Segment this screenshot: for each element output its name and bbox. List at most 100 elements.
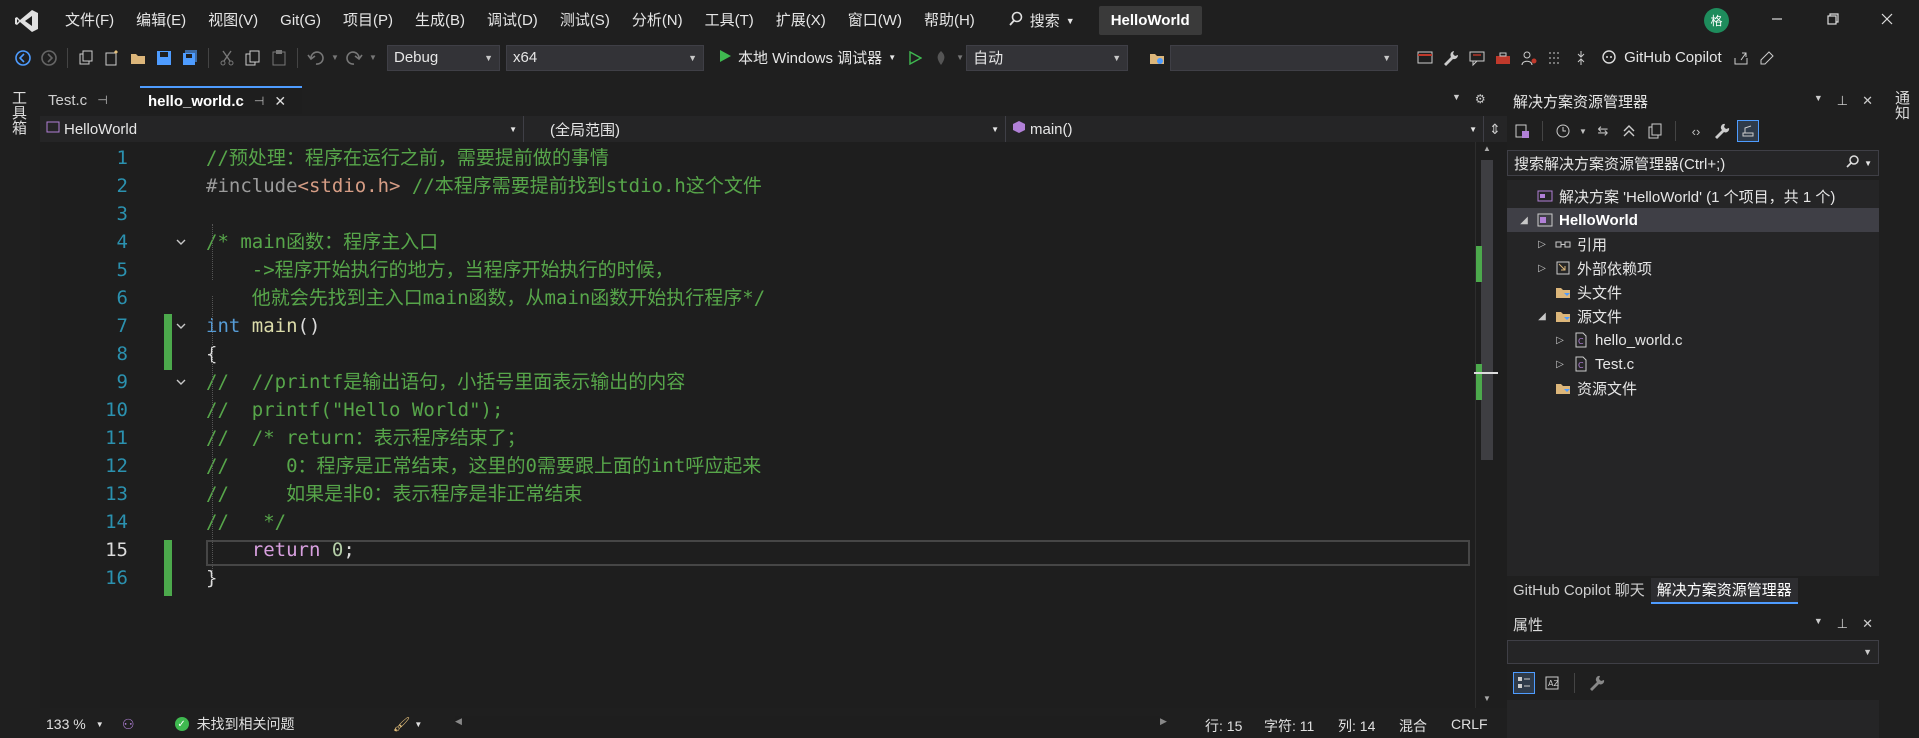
tree-item[interactable]: ▷ Chello_world.c [1507,328,1879,352]
restore-button[interactable] [1808,0,1858,41]
fold-toggle-icon[interactable] [173,312,189,342]
code-line[interactable]: 11 // /* return：表示程序结束了； [40,424,1480,452]
fold-toggle-icon[interactable] [173,228,189,258]
save-icon[interactable] [151,45,177,71]
tab-github-copilot-chat[interactable]: GitHub Copilot 聊天 [1507,578,1651,604]
pin-icon[interactable]: ⊥ [1837,616,1848,632]
code-editor[interactable]: 1 //预处理：程序在运行之前，需要提前做的事情 2 #include<stdio.h… [40,142,1507,708]
code-line[interactable]: 10 // printf("Hello World"); [40,396,1480,424]
fold-toggle-icon[interactable] [173,368,189,398]
collapsed-arrow-icon[interactable]: ▷ [1553,335,1567,346]
menu-item[interactable]: 编辑(E) [125,0,197,41]
code-line[interactable]: 13 // 如果是非0：表示程序是非正常结束 [40,480,1480,508]
window-options-icon[interactable]: ▼ [1814,616,1823,632]
solution-name-badge[interactable]: HelloWorld [1098,6,1202,35]
chevron-down-icon[interactable]: ▼ [414,720,422,729]
start-without-debugging-icon[interactable] [902,45,928,71]
menu-item[interactable]: 项目(P) [332,0,404,41]
menu-item[interactable]: 生成(B) [404,0,476,41]
menu-item[interactable]: 帮助(H) [913,0,986,41]
browser-link-icon[interactable] [1412,45,1438,71]
tree-item[interactable]: 解决方案 'HelloWorld' (1 个项目，共 1 个) [1507,184,1879,208]
open-file-icon[interactable] [125,45,151,71]
close-icon[interactable]: ✕ [1862,616,1873,632]
collapsed-arrow-icon[interactable]: ▷ [1553,359,1567,370]
scope-dropdown[interactable]: (全局范围) ▼ [524,116,1006,142]
navigate-back-icon[interactable] [10,45,36,71]
pending-changes-icon[interactable] [1552,120,1574,142]
add-item-icon[interactable] [99,45,125,71]
property-pages-wrench-icon[interactable] [1586,672,1608,694]
scroll-up-arrow[interactable]: ▲ [1483,144,1491,153]
tree-item[interactable]: ▷ 引用 [1507,232,1879,256]
chevron-down-icon[interactable]: ▼ [954,45,966,71]
start-debugging-button[interactable]: 本地 Windows 调试器 ▼ [712,47,902,68]
code-line[interactable]: 5 ->程序开始执行的地方，当程序开始执行的时候， [40,256,1480,284]
sync-active-document-icon[interactable]: ⇆ [1592,120,1614,142]
code-line[interactable]: 6 他就会先找到主入口main函数，从main函数开始执行程序*/ [40,284,1480,312]
close-window-button[interactable] [1862,0,1912,41]
code-line[interactable]: 3 [40,200,1480,228]
code-line[interactable]: 12 // 0：程序是正常结束，这里的0需要跟上面的int呼应起来 [40,452,1480,480]
code-line[interactable]: 9 // //printf是输出语句，小括号里面表示输出的内容 [40,368,1480,396]
redo-icon[interactable] [341,45,367,71]
properties-object-dropdown[interactable]: ▼ [1507,640,1879,664]
menu-item[interactable]: 分析(N) [621,0,694,41]
paste-icon[interactable] [266,45,292,71]
alphabetical-icon[interactable]: AZ [1541,672,1563,694]
debug-target-dropdown[interactable]: 自动 ▼ [966,44,1129,71]
copilot-status-icon[interactable]: ⚇ [122,716,135,733]
menu-item[interactable]: 文件(F) [54,0,125,41]
tab-solution-explorer[interactable]: 解决方案资源管理器 [1650,578,1798,604]
startup-item-icon[interactable] [1144,45,1170,71]
indentation-status[interactable]: 混合 [1399,716,1427,736]
issues-indicator[interactable]: ✓ 未找到相关问题 [174,714,295,734]
comment-icon[interactable] [1464,45,1490,71]
close-icon[interactable]: ✕ [1862,93,1873,109]
menu-item[interactable]: 窗口(W) [837,0,913,41]
tree-item[interactable]: ▷ 外部依赖项 [1507,256,1879,280]
switch-views-icon[interactable] [1511,120,1533,142]
project-dropdown[interactable]: HelloWorld ▼ [40,116,524,142]
line-ending-status[interactable]: CRLF [1451,716,1488,732]
collapse-all-icon[interactable] [1618,120,1640,142]
github-copilot-button[interactable]: GitHub Copilot [1594,47,1728,69]
visual-studio-logo-icon[interactable] [0,0,54,41]
categorized-icon[interactable] [1513,672,1535,694]
code-line[interactable]: 2 #include<stdio.h> //本程序需要提前找到stdio.h这个文… [40,172,1480,200]
chevron-down-icon[interactable]: ▼ [1864,159,1872,168]
chevron-down-icon[interactable]: ▼ [1578,120,1588,142]
hot-reload-icon[interactable] [928,45,954,71]
tree-item[interactable]: 资源文件 [1507,376,1879,400]
scroll-right-arrow[interactable]: ▶ [1160,716,1167,727]
collapsed-arrow-icon[interactable]: ▷ [1535,263,1549,274]
new-project-icon[interactable] [73,45,99,71]
feedback-icon[interactable] [1754,45,1780,71]
menu-item[interactable]: 调试(D) [476,0,549,41]
indent-icon[interactable] [1542,45,1568,71]
close-tab-icon[interactable]: ✕ [274,93,286,110]
code-cleanup-icon[interactable]: 🖌 [393,716,411,733]
tree-item[interactable]: ◢ HelloWorld [1507,208,1879,232]
scrollbar-thumb[interactable] [1481,160,1493,460]
navigate-forward-icon[interactable] [36,45,62,71]
menu-item[interactable]: Git(G) [269,0,332,41]
code-line[interactable]: 4 /* main函数：程序主入口 [40,228,1480,256]
copy-icon[interactable] [240,45,266,71]
tab-list-dropdown-icon[interactable]: ▼ [1452,92,1461,106]
code-line[interactable]: 8{ [40,340,1480,368]
pin-icon[interactable]: ⊣ [254,94,264,108]
expanded-arrow-icon[interactable]: ◢ [1535,311,1549,322]
solution-configuration-dropdown[interactable]: Debug ▼ [387,44,500,71]
member-dropdown[interactable]: main() ▼ [1006,116,1484,142]
preview-selected-items-icon[interactable] [1737,120,1759,142]
wrench-icon[interactable] [1438,45,1464,71]
notifications-tab[interactable]: 通知 [1891,90,1912,120]
horizontal-scrollbar[interactable]: ◀ ▶ [455,716,1167,730]
chevron-down-icon[interactable]: ▼ [367,45,379,71]
toolbox-icon[interactable] [1490,45,1516,71]
properties-wrench-icon[interactable] [1711,120,1733,142]
column-status[interactable]: 列: 14 [1338,716,1375,736]
view-code-icon[interactable]: ‹› [1685,120,1707,142]
show-all-files-icon[interactable] [1644,120,1666,142]
